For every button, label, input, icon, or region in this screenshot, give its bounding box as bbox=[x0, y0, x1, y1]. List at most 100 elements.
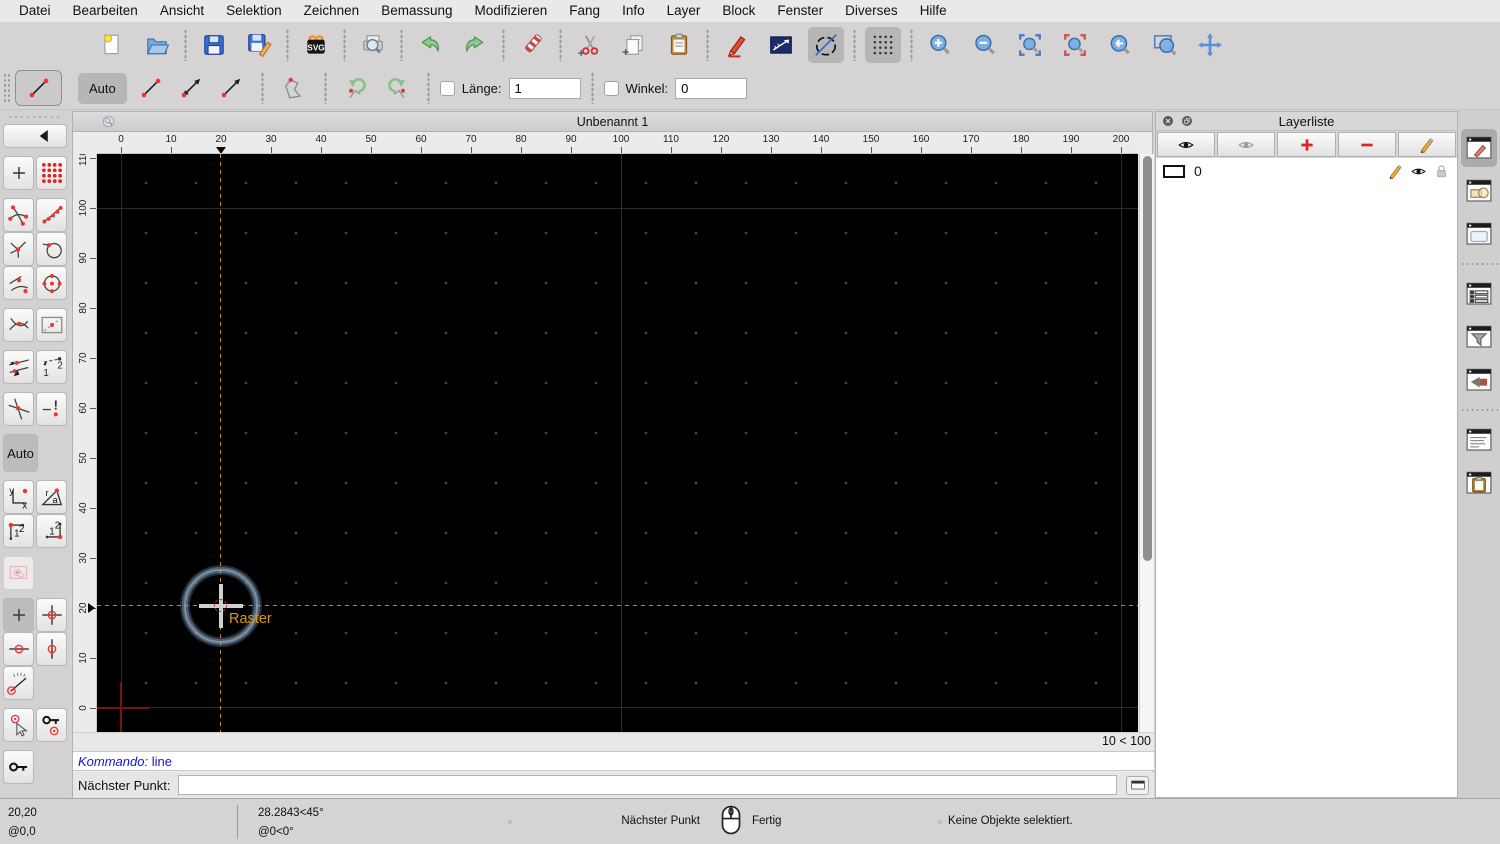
isometric-grid-button[interactable] bbox=[808, 26, 844, 63]
save-button[interactable] bbox=[196, 27, 232, 63]
length-checkbox[interactable] bbox=[439, 80, 455, 96]
line-double-arrow-button[interactable] bbox=[171, 70, 211, 106]
horizontal-scrollbar[interactable]: 10 < 100 bbox=[73, 732, 1154, 751]
add-layer-button[interactable] bbox=[1277, 132, 1336, 157]
snap-intersection-button[interactable] bbox=[3, 308, 34, 342]
hide-all-layers-button[interactable] bbox=[1217, 132, 1276, 157]
snap-intersection-manual-button[interactable] bbox=[3, 392, 34, 426]
remove-layer-button[interactable] bbox=[1337, 132, 1396, 157]
menu-fang[interactable]: Fang bbox=[558, 0, 611, 22]
snap-middle-button[interactable] bbox=[3, 266, 34, 300]
snap-on-entity-button[interactable] bbox=[36, 198, 67, 232]
snap-distance-button[interactable] bbox=[36, 266, 67, 300]
segment-redo-button[interactable] bbox=[377, 70, 417, 106]
line-mode-auto-button[interactable]: Auto bbox=[78, 72, 127, 104]
edit-layer-button[interactable] bbox=[1397, 132, 1457, 157]
restrict-vertical-button[interactable] bbox=[36, 632, 67, 666]
dock-layer-list-toggle[interactable] bbox=[1461, 129, 1497, 167]
menu-diverses[interactable]: Diverses bbox=[834, 0, 909, 22]
back-arrow-button[interactable] bbox=[3, 124, 67, 148]
undo-button[interactable] bbox=[412, 27, 448, 63]
zoom-previous-button[interactable] bbox=[1057, 27, 1093, 63]
menu-zeichnen[interactable]: Zeichnen bbox=[293, 0, 371, 22]
layer-lock-icon[interactable] bbox=[1432, 162, 1450, 180]
angle-input[interactable] bbox=[675, 77, 748, 99]
command-window-toggle-button[interactable] bbox=[1126, 775, 1149, 795]
menu-ansicht[interactable]: Ansicht bbox=[149, 0, 215, 22]
measure-distance-button[interactable] bbox=[763, 27, 799, 63]
restrict-box-button[interactable] bbox=[36, 308, 67, 342]
menu-layer[interactable]: Layer bbox=[656, 0, 712, 22]
coord-polar-button[interactable]: ra bbox=[36, 480, 67, 514]
zoom-pan-button[interactable] bbox=[1192, 27, 1228, 63]
snap-angle-button[interactable] bbox=[3, 666, 34, 700]
print-preview-button[interactable] bbox=[355, 27, 391, 63]
length-input[interactable] bbox=[508, 77, 581, 99]
tool-image-disabled-button[interactable] bbox=[3, 556, 34, 590]
edit-attributes-pen-button[interactable] bbox=[718, 27, 754, 63]
layer-visibility-icon[interactable] bbox=[1409, 162, 1427, 180]
zoom-window-button[interactable] bbox=[1147, 27, 1183, 63]
dock-block-list-toggle[interactable] bbox=[1461, 172, 1497, 210]
key-button[interactable] bbox=[3, 750, 34, 784]
rel-polar-button[interactable]: 12 bbox=[36, 514, 67, 548]
dock-clipboard-toggle[interactable] bbox=[1461, 464, 1497, 502]
zoom-in-button[interactable] bbox=[922, 27, 958, 63]
lock-relative-zero-button[interactable] bbox=[36, 708, 67, 742]
dock-entity-list-toggle[interactable] bbox=[1461, 275, 1497, 313]
edit-layer-icon[interactable] bbox=[1386, 162, 1404, 180]
redo-button[interactable] bbox=[457, 27, 493, 63]
dock-command-history-toggle[interactable] bbox=[1461, 421, 1497, 459]
dock-entity-filter-toggle[interactable] bbox=[1461, 318, 1497, 356]
line-arrow-button[interactable] bbox=[211, 70, 251, 106]
new-document-button[interactable] bbox=[94, 27, 130, 63]
delete-entities-button[interactable] bbox=[514, 27, 550, 63]
menu-modifizieren[interactable]: Modifizieren bbox=[464, 0, 559, 22]
zoom-back-button[interactable] bbox=[1102, 27, 1138, 63]
set-relative-zero-button[interactable] bbox=[3, 708, 34, 742]
layer-color-swatch[interactable] bbox=[1163, 164, 1185, 178]
current-tool-line-button[interactable] bbox=[15, 70, 62, 106]
toolbar-drag-handle[interactable] bbox=[3, 73, 10, 103]
restrict-nothing-button[interactable] bbox=[3, 598, 34, 632]
vertical-scrollbar[interactable] bbox=[1139, 154, 1154, 732]
menu-bearbeiten[interactable]: Bearbeiten bbox=[62, 0, 149, 22]
rel-cartesian-button[interactable]: 12 bbox=[3, 514, 34, 548]
zoom-out-button[interactable] bbox=[967, 27, 1003, 63]
close-icon[interactable] bbox=[1160, 113, 1176, 129]
copy-button[interactable] bbox=[616, 27, 652, 63]
dock-plugin-toggle[interactable] bbox=[1461, 361, 1497, 399]
snap-grid-button[interactable] bbox=[36, 156, 67, 190]
restrict-horizontal-button[interactable] bbox=[3, 632, 34, 666]
angle-checkbox[interactable] bbox=[603, 80, 619, 96]
snap-distance-points-button[interactable]: 21 bbox=[36, 350, 67, 384]
paste-button[interactable] bbox=[661, 27, 697, 63]
palette-drag-handle[interactable] bbox=[7, 115, 63, 120]
export-svg-button[interactable]: SVG bbox=[298, 27, 334, 63]
coord-cartesian-button[interactable]: yx bbox=[3, 480, 34, 514]
menu-info[interactable]: Info bbox=[611, 0, 656, 22]
menu-selektion[interactable]: Selektion bbox=[215, 0, 293, 22]
snap-auto-button[interactable]: Auto bbox=[3, 434, 38, 472]
snap-center-button[interactable] bbox=[3, 232, 34, 266]
show-all-layers-button[interactable] bbox=[1157, 132, 1216, 157]
snap-free-button[interactable] bbox=[3, 156, 34, 190]
menu-fenster[interactable]: Fenster bbox=[766, 0, 834, 22]
scrollbar-thumb[interactable] bbox=[1143, 156, 1152, 561]
menu-datei[interactable]: Datei bbox=[8, 0, 62, 22]
cut-button[interactable] bbox=[571, 27, 607, 63]
snap-tangent-button[interactable] bbox=[36, 232, 67, 266]
restrict-warning-button[interactable]: ! bbox=[36, 392, 67, 426]
drawing-canvas[interactable]: Raster bbox=[97, 154, 1138, 732]
menu-block[interactable]: Block bbox=[711, 0, 766, 22]
segment-undo-button[interactable] bbox=[337, 70, 377, 106]
layer-row[interactable]: 0 bbox=[1156, 158, 1457, 184]
drawing-window-titlebar[interactable]: Unbenannt 1 bbox=[73, 112, 1152, 132]
open-file-button[interactable] bbox=[139, 27, 175, 63]
command-input[interactable] bbox=[177, 775, 1117, 795]
dock-library-browser-toggle[interactable] bbox=[1461, 215, 1497, 253]
line-two-points-button[interactable] bbox=[131, 70, 171, 106]
menu-bemassung[interactable]: Bemassung bbox=[370, 0, 463, 22]
menu-hilfe[interactable]: Hilfe bbox=[909, 0, 958, 22]
snap-distance-manual-button[interactable] bbox=[3, 350, 34, 384]
